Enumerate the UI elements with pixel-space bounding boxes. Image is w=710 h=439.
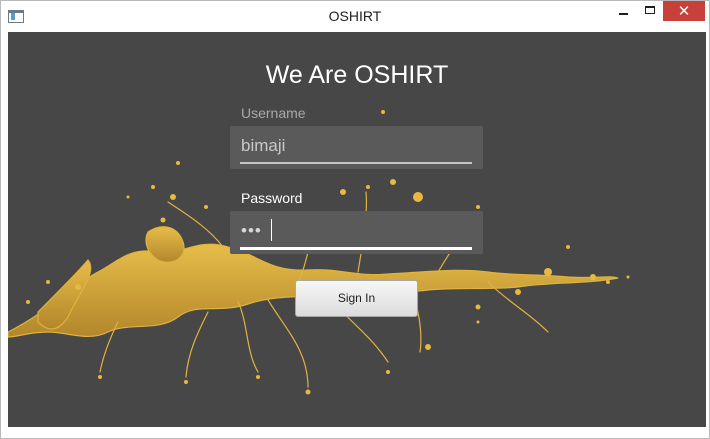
close-button[interactable]: ✕ [663,1,705,21]
login-panel: We Are OSHIRT Username bimaji Password •… [8,32,706,427]
minimize-button[interactable] [608,1,636,23]
minimize-icon [619,13,628,15]
password-underline [240,247,472,250]
window-bottom-border [1,427,709,438]
close-icon: ✕ [677,2,691,20]
username-field[interactable]: bimaji [230,126,483,169]
title-bar[interactable]: OSHIRT ✕ [1,1,709,32]
text-caret [271,219,272,241]
sign-in-button[interactable]: Sign In [295,280,418,317]
password-label: Password [241,190,303,206]
username-underline [240,162,472,164]
window-title: OSHIRT [328,8,382,24]
username-value: bimaji [241,136,286,155]
password-mask: ••• [241,221,262,240]
password-field[interactable]: ••• [230,211,483,254]
maximize-icon [645,6,655,14]
app-window: OSHIRT ✕ We Are OSHIRT Username bimaji P… [0,0,710,439]
username-label: Username [241,105,306,121]
page-title: We Are OSHIRT [265,61,449,89]
maximize-button[interactable] [637,1,663,23]
